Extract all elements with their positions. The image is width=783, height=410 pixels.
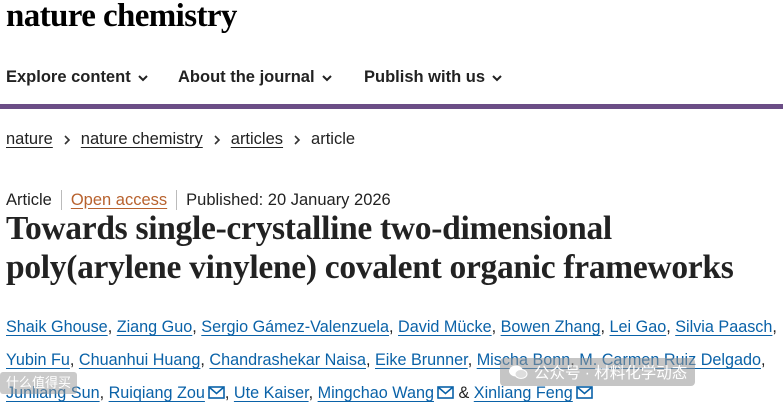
- author-link[interactable]: Sergio Gámez-Valenzuela: [201, 318, 389, 336]
- author-link[interactable]: Bowen Zhang: [501, 318, 601, 336]
- breadcrumb-nature[interactable]: nature: [6, 130, 53, 149]
- meta-divider: [176, 190, 178, 210]
- article-type: Article: [6, 190, 52, 209]
- chevron-down-icon: [492, 74, 502, 81]
- nav-explore-content[interactable]: Explore content: [6, 68, 149, 87]
- author-link[interactable]: Shaik Ghouse: [6, 318, 108, 336]
- author-link[interactable]: Chuanhui Huang: [79, 351, 201, 369]
- author-link[interactable]: Ute Kaiser: [234, 384, 309, 402]
- watermark: 公众号 · 材料化学动态: [500, 358, 696, 386]
- nav-publish-with-us[interactable]: Publish with us: [364, 68, 503, 87]
- mail-icon[interactable]: [208, 386, 225, 399]
- breadcrumb: nature nature chemistry articles article: [6, 130, 355, 149]
- chevron-right-icon: [214, 134, 220, 145]
- chevron-down-icon: [321, 74, 332, 81]
- nav-item-label: About the journal: [178, 68, 315, 86]
- author-link[interactable]: Yubin Fu: [6, 351, 70, 369]
- nav-item-label: Publish with us: [364, 68, 486, 86]
- author-link[interactable]: Xinliang Feng: [474, 384, 573, 402]
- nav-about-journal[interactable]: About the journal: [178, 68, 333, 87]
- breadcrumb-articles[interactable]: articles: [231, 130, 283, 149]
- chevron-down-icon: [137, 74, 148, 81]
- open-access-link[interactable]: Open access: [71, 191, 167, 210]
- author-link[interactable]: Silvia Paasch: [675, 318, 772, 336]
- author-link[interactable]: Chandrashekar Naisa: [209, 351, 366, 369]
- author-link[interactable]: Eike Brunner: [375, 351, 468, 369]
- nav-item-label: Explore content: [6, 68, 131, 86]
- author-conjunction: &: [458, 384, 470, 402]
- author-link[interactable]: David Mücke: [398, 318, 492, 336]
- breadcrumb-nature-chemistry[interactable]: nature chemistry: [81, 130, 203, 149]
- journal-logo[interactable]: nature chemistry: [6, 0, 237, 36]
- chevron-right-icon: [64, 134, 70, 145]
- watermark-text: 公众号 · 材料化学动态: [534, 365, 688, 382]
- author-link[interactable]: Mingchao Wang: [318, 384, 434, 402]
- author-link[interactable]: Ruiqiang Zou: [109, 384, 205, 402]
- chevron-right-icon: [294, 134, 301, 145]
- article-meta: Article Open access Published: 20 Januar…: [6, 190, 391, 210]
- mail-icon[interactable]: [437, 386, 454, 399]
- author-link[interactable]: Lei Gao: [610, 318, 667, 336]
- main-nav: Explore content About the journal Publis…: [0, 54, 783, 109]
- published-date: Published: 20 January 2026: [186, 190, 391, 209]
- wechat-icon: [509, 365, 528, 379]
- watermark-left: 什么值得买: [0, 372, 78, 394]
- mail-icon[interactable]: [575, 386, 593, 399]
- author-link[interactable]: Ziang Guo: [117, 318, 193, 336]
- meta-divider: [60, 190, 62, 210]
- breadcrumb-current: article: [311, 130, 356, 148]
- article-title: Towards single-crystalline two-dimension…: [6, 210, 734, 286]
